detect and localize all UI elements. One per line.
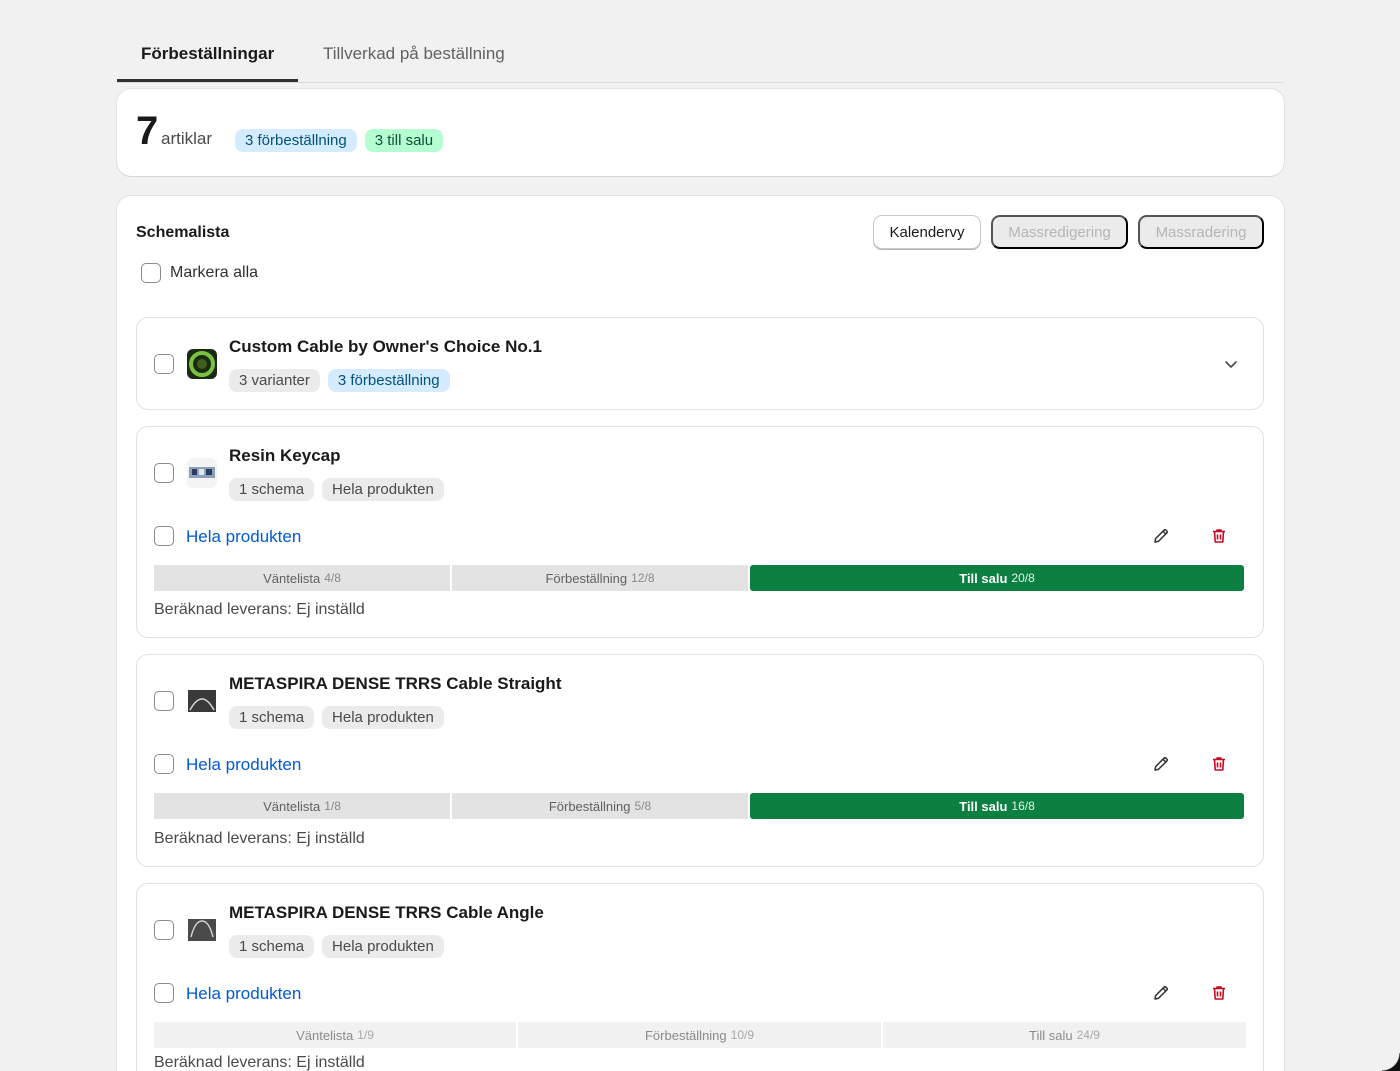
product-item-cable-straight: METASPIRA DENSE TRRS Cable Straight 1 sc… [136,654,1264,867]
phase-name: Väntelista [263,570,321,586]
schedule-list-title: Schemalista [136,224,230,241]
phase-name: Till salu [1029,1027,1073,1043]
product-thumbnail [187,915,217,945]
phase-date: 1/8 [324,799,341,813]
phase-date: 12/8 [631,571,655,585]
item-checkbox[interactable] [154,920,174,940]
bulk-delete-button[interactable]: Massradering [1138,215,1264,249]
tab-made-to-order[interactable]: Tillverkad på beställning [323,44,505,64]
item-title[interactable]: Custom Cable by Owner's Choice No.1 [229,337,542,357]
schedule-checkbox[interactable] [154,983,174,1003]
pencil-icon[interactable] [1149,752,1173,776]
schedule-checkbox[interactable] [154,754,174,774]
phase-date: 1/9 [357,1028,374,1042]
schedule-link[interactable]: Hela produkten [186,755,301,775]
phase-name: Förbeställning [548,798,631,814]
phase-date: 16/8 [1011,799,1035,813]
item-title[interactable]: Resin Keycap [229,446,341,466]
product-item-resin-keycap: Resin Keycap 1 schema Hela produkten Hel… [136,426,1264,638]
schedule-list-card: Schemalista Kalendervy Massredigering Ma… [117,196,1284,1071]
schedule-count-badge: 1 schema [229,478,315,501]
schedule-count-badge: 1 schema [229,935,315,958]
article-count: 7 [136,109,159,153]
phase-preorder: Förbeställning 10/9 [518,1022,881,1048]
scope-badge: Hela produkten [322,706,444,729]
schedule-link[interactable]: Hela produkten [186,527,301,547]
item-checkbox[interactable] [154,354,174,374]
phase-name: Förbeställning [644,1027,727,1043]
phase-name: Väntelista [263,798,321,814]
schedule-link[interactable]: Hela produkten [186,984,301,1004]
phase-date: 10/9 [730,1028,754,1042]
item-checkbox[interactable] [154,463,174,483]
app-root: Förbeställningar Tillverkad på beställni… [117,0,1284,1071]
tab-bar: Förbeställningar Tillverkad på beställni… [117,0,1284,83]
chevron-down-icon[interactable] [1223,356,1239,372]
schedule-count-badge: 1 schema [229,706,315,729]
tab-preorders[interactable]: Förbeställningar [141,44,274,64]
item-badges: 1 schema Hela produkten [229,935,444,958]
item-checkbox[interactable] [154,691,174,711]
item-badges: 3 varianter 3 förbeställning [229,369,450,392]
estimated-delivery: Beräknad leverans: Ej inställd [154,1054,365,1071]
phase-date: 20/8 [1011,571,1035,585]
summary-card: 7 artiklar 3 förbeställning 3 till salu [117,89,1284,176]
product-thumbnail [187,686,217,716]
phase-name: Väntelista [296,1027,354,1043]
schedule-timeline: Väntelista 4/8 Förbeställning 12/8 Till sa… [154,565,1246,591]
pencil-icon[interactable] [1149,524,1173,548]
estimated-delivery: Beräknad leverans: Ej inställd [154,830,365,847]
trash-icon[interactable] [1207,981,1231,1005]
item-badges: 1 schema Hela produkten [229,478,444,501]
phase-waitlist: Väntelista 1/8 [154,793,450,819]
phase-preorder: Förbeställning 12/8 [452,565,748,591]
schedule-timeline: Väntelista 1/9 Förbeställning 10/9 Till sa… [154,1022,1246,1048]
phase-preorder: Förbeställning 5/8 [452,793,748,819]
phase-name: Förbeställning [545,570,628,586]
phase-waitlist: Väntelista 4/8 [154,565,450,591]
summary-badges: 3 förbeställning 3 till salu [235,129,444,152]
estimated-delivery: Beräknad leverans: Ej inställd [154,601,365,618]
phase-for-sale: Till salu 24/9 [883,1022,1246,1048]
schedule-timeline: Väntelista 1/8 Förbeställning 5/8 Till sal… [154,793,1246,819]
product-thumbnail [187,349,217,379]
phase-date: 4/8 [324,571,341,585]
select-all-checkbox[interactable] [141,263,161,283]
select-all-label: Markera alla [170,264,259,281]
phase-date: 24/9 [1076,1028,1100,1042]
preorder-count-badge: 3 förbeställning [235,129,357,152]
phase-name: Till salu [959,798,1008,814]
schedule-checkbox[interactable] [154,526,174,546]
item-badges: 1 schema Hela produkten [229,706,444,729]
pencil-icon[interactable] [1149,981,1173,1005]
phase-name: Till salu [959,570,1008,586]
phase-waitlist: Väntelista 1/9 [154,1022,516,1048]
bulk-edit-button[interactable]: Massredigering [991,215,1128,249]
phase-date: 5/8 [634,799,652,813]
item-title[interactable]: METASPIRA DENSE TRRS Cable Straight [229,674,561,694]
phase-for-sale: Till salu 16/8 [750,793,1244,819]
item-title[interactable]: METASPIRA DENSE TRRS Cable Angle [229,903,544,923]
window-corner [1382,1053,1400,1071]
product-item-custom-cable: Custom Cable by Owner's Choice No.1 3 va… [136,317,1264,410]
calendar-view-button[interactable]: Kalendervy [873,215,981,249]
variants-badge: 3 varianter [229,369,320,392]
active-tab-indicator [117,79,298,82]
article-count-unit: artiklar [161,129,213,148]
product-thumbnail [187,458,217,488]
phase-for-sale: Till salu 20/8 [750,565,1244,591]
preorder-badge: 3 förbeställning [327,369,450,392]
trash-icon[interactable] [1207,752,1231,776]
trash-icon[interactable] [1207,524,1231,548]
scope-badge: Hela produkten [322,478,444,501]
for-sale-count-badge: 3 till salu [364,129,444,152]
scope-badge: Hela produkten [322,935,444,958]
product-item-cable-angle: METASPIRA DENSE TRRS Cable Angle 1 schem… [136,883,1264,1071]
